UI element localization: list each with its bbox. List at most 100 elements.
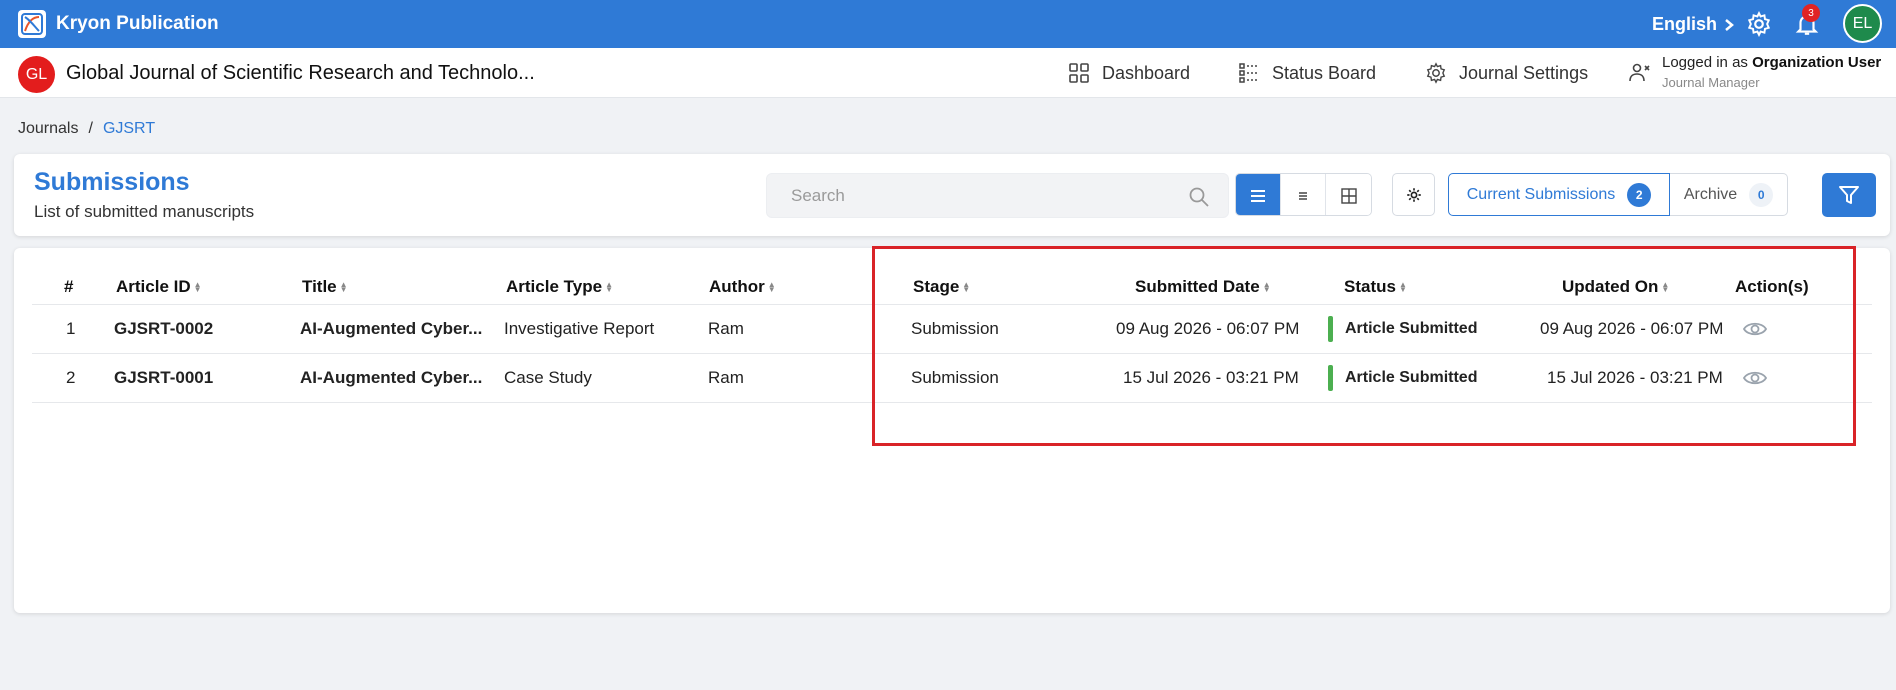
language-selector[interactable]: English [1652, 14, 1735, 35]
view-action[interactable] [1742, 354, 1768, 402]
search-icon[interactable] [1188, 186, 1210, 208]
header-actions: Action(s) [1735, 277, 1809, 296]
cell-num: 1 [66, 319, 76, 338]
search-box [766, 173, 1229, 218]
status-indicator [1328, 365, 1333, 391]
chevron-right-icon [1725, 18, 1734, 31]
table-header-row: # Article ID ▲ ▼ Title ▲ ▼ Article Type ▲ ▼ Au… [32, 270, 1872, 305]
header-title-label: Title [302, 277, 337, 296]
cell-title[interactable]: AI-Augmented Cyber... [300, 354, 482, 402]
cell-num: 2 [66, 368, 76, 387]
status-board-icon [1239, 63, 1258, 83]
header-stage[interactable]: Stage ▲ ▼ [913, 270, 970, 304]
settings-icon [1406, 187, 1421, 202]
view-toggle [1235, 173, 1372, 216]
table-row[interactable]: 2 GJSRT-0001 AI-Augmented Cyber... Case … [32, 354, 1872, 403]
cell-title-text: AI-Augmented Cyber... [300, 319, 483, 338]
journal-badge: GL [18, 56, 55, 93]
header-num: # [64, 277, 74, 296]
cell-article-id[interactable]: GJSRT-0001 [114, 354, 213, 402]
user-name: Organization User [1752, 54, 1882, 71]
archive-count-badge: 0 [1749, 182, 1774, 207]
sort-icon: ▲ ▼ [767, 280, 776, 294]
header-article-type[interactable]: Article Type ▲ ▼ [506, 270, 613, 304]
journal-header: GL Global Journal of Scientific Research… [0, 48, 1896, 98]
filter-icon [1839, 186, 1859, 204]
table-row[interactable]: 1 GJSRT-0002 AI-Augmented Cyber... Inves… [32, 305, 1872, 354]
header-updated-on[interactable]: Updated On ▲ ▼ [1562, 270, 1669, 304]
tab-archive[interactable]: Archive 0 [1670, 173, 1788, 216]
avatar[interactable]: EL [1843, 4, 1882, 43]
status-badge: Article Submitted [1345, 369, 1478, 386]
nav-status-board[interactable]: Status Board [1238, 62, 1376, 84]
status-badge: Article Submitted [1345, 320, 1478, 337]
cell-article-id[interactable]: GJSRT-0002 [114, 305, 213, 353]
notification-badge: 3 [1802, 4, 1820, 22]
nav-dashboard-label: Dashboard [1102, 62, 1191, 83]
header-status[interactable]: Status ▲ ▼ [1344, 270, 1407, 304]
header-article-type-label: Article Type [506, 277, 603, 296]
header-title[interactable]: Title ▲ ▼ [302, 270, 348, 304]
cell-submitted-date: 09 Aug 2026 - 06:07 PM [1116, 319, 1300, 338]
breadcrumb-journals[interactable]: Journals [18, 120, 78, 138]
tab-current-submissions[interactable]: Current Submissions 2 [1448, 173, 1670, 216]
app-title: Kryon Publication [56, 13, 219, 34]
grid-view-button[interactable] [1326, 174, 1371, 215]
user-info[interactable]: Logged in as Organization User Journal M… [1628, 53, 1881, 93]
header-article-id-label: Article ID [116, 277, 191, 296]
cell-stage: Submission [911, 319, 999, 338]
list-view-button[interactable] [1236, 174, 1281, 215]
nav-journal-settings-label: Journal Settings [1459, 62, 1589, 83]
journal-settings-icon [1426, 62, 1446, 84]
nav-dashboard[interactable]: Dashboard [1068, 62, 1190, 84]
app-logo-icon[interactable] [18, 10, 46, 38]
cell-title[interactable]: AI-Augmented Cyber... [300, 305, 482, 353]
sort-icon: ▲ ▼ [962, 280, 971, 294]
search-input[interactable] [767, 174, 1228, 217]
cell-status: Article Submitted [1328, 305, 1477, 353]
header-author[interactable]: Author ▲ ▼ [709, 270, 776, 304]
cell-title-text: AI-Augmented Cyber... [300, 368, 483, 387]
app-header: Kryon Publication English 3 EL [0, 0, 1896, 48]
sort-icon: ▲ ▼ [193, 280, 202, 294]
sort-icon: ▲ ▼ [339, 280, 348, 294]
compact-list-button[interactable] [1281, 174, 1326, 215]
nav-journal-settings[interactable]: Journal Settings [1425, 62, 1588, 84]
sort-icon: ▲ ▼ [1398, 280, 1407, 294]
nav-status-board-label: Status Board [1272, 62, 1377, 83]
users-icon [1629, 63, 1650, 82]
breadcrumb: Journals / GJSRT [18, 120, 155, 138]
tab-archive-label: Archive [1683, 185, 1738, 203]
cell-updated-on: 09 Aug 2026 - 06:07 PM [1540, 319, 1724, 338]
list-view-icon [1251, 189, 1265, 202]
page-subtitle: List of submitted manuscripts [34, 202, 255, 221]
header-updated-on-label: Updated On [1562, 277, 1659, 296]
cell-article-type: Case Study [504, 368, 592, 387]
gear-icon[interactable] [1746, 11, 1772, 37]
cell-updated-on: 15 Jul 2026 - 03:21 PM [1547, 368, 1723, 387]
submissions-header: Submissions List of submitted manuscript… [14, 154, 1890, 236]
sort-icon: ▲ ▼ [1661, 280, 1670, 294]
header-article-id[interactable]: Article ID ▲ ▼ [116, 270, 202, 304]
view-action[interactable] [1742, 305, 1768, 353]
user-role: Journal Manager [1662, 75, 1760, 90]
compact-list-icon [1299, 191, 1307, 200]
journal-title: Global Journal of Scientific Research an… [66, 62, 535, 84]
cell-article-type: Investigative Report [504, 319, 655, 338]
header-status-label: Status [1344, 277, 1396, 296]
table-settings-button[interactable] [1392, 173, 1435, 216]
cell-author: Ram [708, 319, 744, 338]
logged-in-prefix: Logged in as [1662, 54, 1748, 71]
cell-submitted-date: 15 Jul 2026 - 03:21 PM [1123, 368, 1299, 387]
cell-status: Article Submitted [1328, 354, 1477, 402]
breadcrumb-current[interactable]: GJSRT [103, 120, 155, 138]
header-submitted-date[interactable]: Submitted Date ▲ ▼ [1135, 270, 1271, 304]
cell-author: Ram [708, 368, 744, 387]
sort-icon: ▲ ▼ [605, 280, 613, 294]
grid-view-icon [1340, 187, 1357, 204]
header-submitted-date-label: Submitted Date [1135, 277, 1260, 296]
cell-stage: Submission [911, 368, 999, 387]
filter-button[interactable] [1822, 173, 1876, 217]
status-indicator [1328, 316, 1333, 342]
page-title: Submissions [34, 168, 190, 196]
